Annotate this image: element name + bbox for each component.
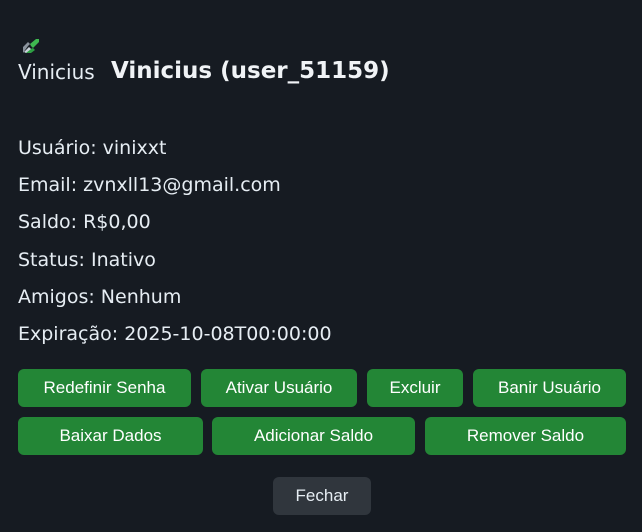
avatar-alt-text: Vinicius — [18, 60, 95, 84]
balance-row: Saldo: R$0,00 — [18, 211, 151, 234]
avatar: Vinicius — [18, 38, 95, 86]
status-row: Status: Inativo — [18, 248, 156, 271]
reset-password-button[interactable]: Redefinir Senha — [18, 369, 191, 407]
friends-row: Amigos: Nenhum — [18, 285, 182, 308]
modal-title: Vinicius (user_51159) — [111, 58, 390, 84]
expiration-row: Expiração: 2025-10-08T00:00:00 — [18, 322, 332, 345]
download-data-button[interactable]: Baixar Dados — [18, 417, 203, 455]
user-details-modal: Vinicius Vinicius (user_51159) Usuário: … — [0, 0, 642, 532]
modal-header: Vinicius Vinicius (user_51159) — [18, 38, 390, 86]
add-balance-button[interactable]: Adicionar Saldo — [212, 417, 415, 455]
user-info: Usuário: vinixxt Email: zvnxll13@gmail.c… — [18, 130, 332, 353]
email-row: Email: zvnxll13@gmail.com — [18, 174, 281, 197]
broken-image-icon — [23, 39, 39, 53]
delete-button[interactable]: Excluir — [367, 369, 463, 407]
ban-user-button[interactable]: Banir Usuário — [473, 369, 626, 407]
remove-balance-button[interactable]: Remover Saldo — [425, 417, 626, 455]
username-row: Usuário: vinixxt — [18, 137, 167, 159]
close-button[interactable]: Fechar — [273, 477, 371, 515]
activate-user-button[interactable]: Ativar Usuário — [201, 369, 357, 407]
